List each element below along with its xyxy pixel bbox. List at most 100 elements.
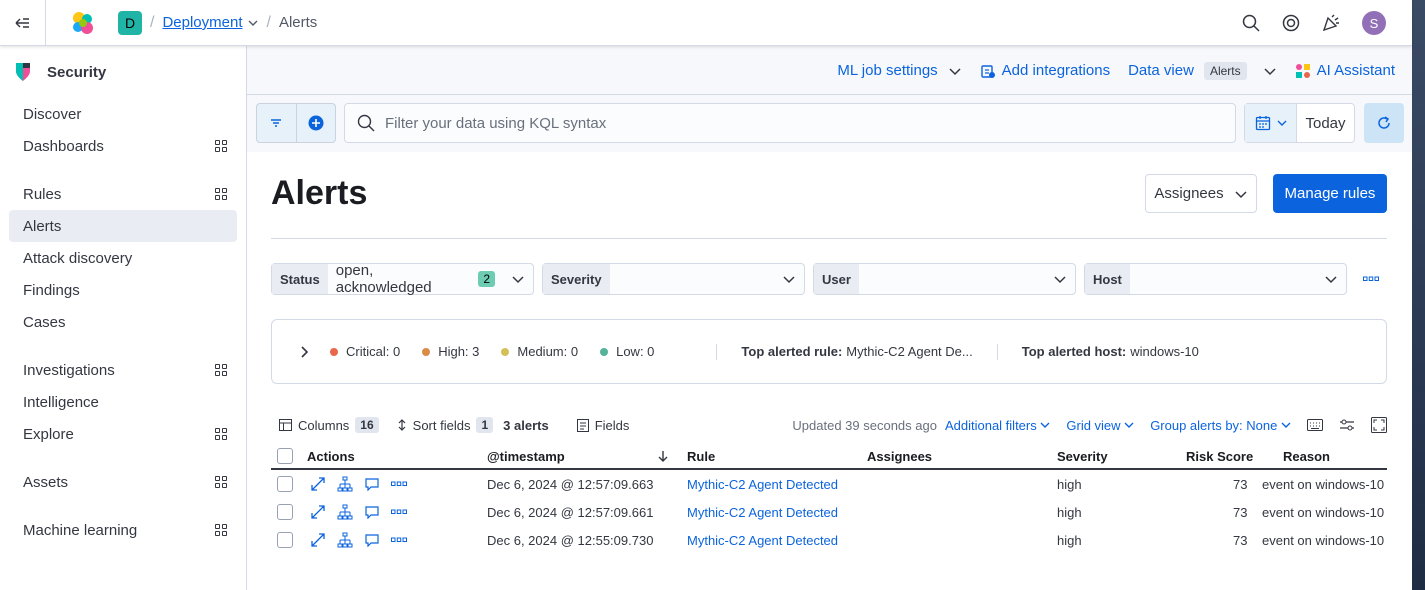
sidebar-item-intelligence[interactable]: Intelligence [9,386,237,418]
row-actions [311,470,407,498]
row-checkbox[interactable] [277,476,293,492]
display-settings-icon[interactable] [1339,418,1355,432]
comment-icon[interactable] [365,533,379,547]
grid-toolbar: Columns 16 Sort fields 1 3 alerts Fields… [271,414,1387,436]
kql-search-input[interactable]: Filter your data using KQL syntax [344,103,1236,143]
column-header-reason[interactable]: Reason [1283,444,1330,468]
analyze-event-icon[interactable] [337,504,353,520]
more-actions-icon[interactable] [391,509,407,515]
refresh-button[interactable] [1364,103,1404,143]
sidebar-item-dashboards[interactable]: Dashboards [9,130,237,162]
app-grid-icon[interactable] [215,476,227,488]
data-view-picker[interactable]: Data view Alerts [1128,61,1277,80]
fields-button[interactable]: Fields [576,418,629,433]
sidebar-item-findings[interactable]: Findings [9,274,237,306]
breadcrumb-deployment[interactable]: Deployment [162,14,242,31]
elastic-logo[interactable] [70,10,96,36]
page-title: Alerts [271,174,368,212]
sort-fields-label: Sort fields [412,417,471,433]
nav-group: Rules Alerts Attack discovery Findings Cases [0,178,246,338]
add-integrations-button[interactable]: Add integrations [980,62,1110,79]
column-header-timestamp[interactable]: @timestamp [487,444,565,468]
sidebar-item-assets[interactable]: Assets [9,466,237,498]
more-controls-icon[interactable] [1363,276,1379,282]
app-grid-icon[interactable] [215,524,227,536]
group-by-button[interactable]: Group alerts by: None [1150,418,1291,433]
expand-icon[interactable] [311,533,325,547]
sidebar-item-cases[interactable]: Cases [9,306,237,338]
rule-link[interactable]: Mythic-C2 Agent Detected [687,526,838,554]
more-actions-icon[interactable] [391,481,407,487]
sort-descending-cell [657,444,669,468]
comment-icon[interactable] [365,477,379,491]
side-navigation: Security Discover Dashboards Rules Alerts At… [0,46,247,590]
user-filter[interactable]: User [813,263,1076,295]
app-grid-icon[interactable] [215,364,227,376]
column-header-assignees[interactable]: Assignees [867,444,932,468]
user-avatar[interactable]: S [1362,11,1386,35]
comment-icon[interactable] [365,505,379,519]
top-rule-value[interactable]: Mythic-C2 Agent De... [846,344,972,359]
ai-assistant-button[interactable]: AI Assistant [1295,62,1395,79]
filter-menu-button[interactable] [257,104,297,142]
severity-low: Low: 0 [600,344,654,359]
additional-filters-button[interactable]: Additional filters [945,418,1050,433]
space-avatar[interactable]: D [118,10,142,35]
sidebar-item-rules[interactable]: Rules [9,178,237,210]
row-checkbox[interactable] [277,532,293,548]
menu-toggle-button[interactable] [0,0,46,46]
app-grid-icon[interactable] [215,140,227,152]
row-checkbox[interactable] [277,504,293,520]
select-all-checkbox[interactable] [277,448,293,464]
fullscreen-icon[interactable] [1371,417,1387,433]
help-icon[interactable] [1282,14,1300,32]
app-grid-icon[interactable] [215,188,227,200]
top-host-value[interactable]: windows-10 [1130,344,1199,359]
sort-descending-icon[interactable] [657,450,669,462]
manage-rules-button[interactable]: Manage rules [1273,174,1387,213]
table-body: Dec 6, 2024 @ 12:57:09.663 Mythic-C2 Age… [271,470,1387,554]
severity-filter[interactable]: Severity [542,263,805,295]
sidebar-item-discover[interactable]: Discover [9,98,237,130]
chevron-down-icon[interactable] [247,17,259,29]
grid-view-button[interactable]: Grid view [1066,418,1134,433]
date-range-label[interactable]: Today [1297,104,1354,142]
keyboard-icon[interactable] [1307,419,1323,431]
rule-link[interactable]: Mythic-C2 Agent Detected [687,498,838,526]
sidebar-item-alerts[interactable]: Alerts [9,210,237,242]
column-header-severity[interactable]: Severity [1057,444,1108,468]
column-header-rule[interactable]: Rule [687,444,715,468]
add-filter-button[interactable] [297,104,336,142]
columns-count: 16 [355,417,379,433]
sidebar-item-investigations[interactable]: Investigations [9,354,237,386]
search-icon[interactable] [1242,14,1260,32]
sidebar-item-attack-discovery[interactable]: Attack discovery [9,242,237,274]
expand-icon[interactable] [311,477,325,491]
more-actions-icon[interactable] [391,537,407,543]
sort-fields-button[interactable]: Sort fields 1 [397,417,494,433]
columns-button[interactable]: Columns 16 [279,417,379,433]
news-feed-icon[interactable] [1322,14,1340,32]
date-picker[interactable]: Today [1244,103,1355,143]
severity-medium: Medium: 0 [501,344,578,359]
timestamp-cell: Dec 6, 2024 @ 12:57:09.663 [487,476,654,492]
analyze-event-icon[interactable] [337,532,353,548]
chevron-right-icon[interactable] [300,345,310,359]
column-header-risk-score[interactable]: Risk Score [1186,444,1253,468]
host-filter[interactable]: Host [1084,263,1347,295]
alerts-count: 3 alerts [503,417,549,433]
analyze-event-icon[interactable] [337,476,353,492]
risk-score-cell: 73 [1233,476,1248,492]
breadcrumb-alerts: Alerts [278,14,318,31]
app-grid-icon[interactable] [215,428,227,440]
sidebar-item-machine-learning[interactable]: Machine learning [9,514,237,546]
ml-job-settings-label: ML job settings [837,62,938,79]
quick-select-button[interactable] [1245,104,1297,142]
row-actions [311,526,407,554]
status-filter[interactable]: Status open, acknowledged 2 [271,262,534,296]
ml-job-settings-button[interactable]: ML job settings [837,62,961,79]
sidebar-item-explore[interactable]: Explore [9,418,237,450]
expand-icon[interactable] [311,505,325,519]
rule-link[interactable]: Mythic-C2 Agent Detected [687,470,838,498]
assignees-button[interactable]: Assignees [1145,174,1257,213]
